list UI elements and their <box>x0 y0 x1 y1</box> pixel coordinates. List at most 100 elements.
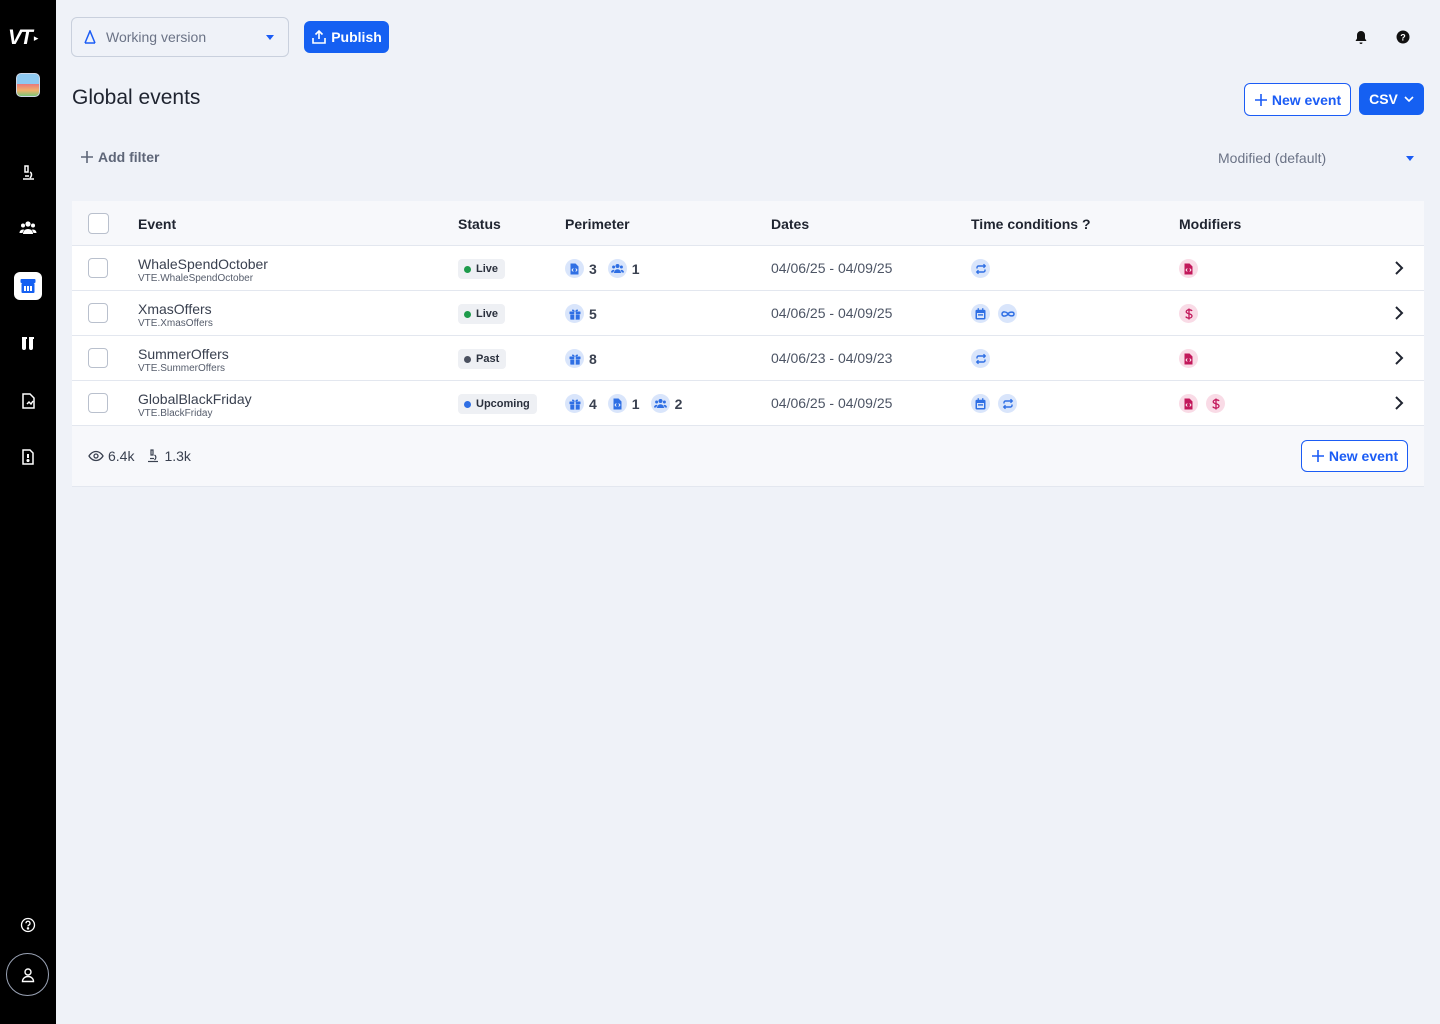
perimeter-count: 5 <box>589 305 597 322</box>
sidebar-item-alerts[interactable] <box>14 443 42 471</box>
perimeter-count: 2 <box>674 395 683 412</box>
chevron-right-icon[interactable] <box>1392 350 1406 366</box>
sort-label: Modified (default) <box>1218 150 1327 166</box>
sidebar-item-reports[interactable] <box>14 387 42 415</box>
publish-label: Publish <box>331 29 382 45</box>
event-name[interactable]: SummerOffers <box>138 346 229 362</box>
help-button[interactable]: ? <box>1395 29 1411 45</box>
svg-text:?: ? <box>1400 33 1406 43</box>
status-label: Live <box>476 263 499 275</box>
publish-button[interactable]: Publish <box>304 21 389 53</box>
table-row[interactable]: XmasOffers VTE.XmasOffers Live 5 04/06/2… <box>72 291 1424 336</box>
file-code-icon[interactable] <box>1179 394 1198 413</box>
row-checkbox[interactable] <box>88 393 108 413</box>
status-dot <box>464 310 471 318</box>
perimeter-count: 1 <box>631 260 640 277</box>
event-name[interactable]: WhaleSpendOctober <box>138 256 268 272</box>
sidebar-item-microscope[interactable] <box>14 159 42 187</box>
chevron-down-icon <box>266 35 274 40</box>
chevron-right-icon[interactable] <box>1392 305 1406 321</box>
event-dates: 04/06/23 - 04/09/23 <box>771 350 893 366</box>
file-chart-icon <box>22 393 35 409</box>
chevron-right-icon[interactable] <box>1392 395 1406 411</box>
header-status: Status <box>458 216 501 232</box>
sidebar-item-store[interactable] <box>14 272 42 300</box>
plus-icon <box>1254 93 1267 106</box>
header-dates: Dates <box>771 216 810 232</box>
chevron-down-icon <box>1406 156 1414 161</box>
header-perimeter: Perimeter <box>565 216 630 232</box>
status-dot <box>464 265 471 273</box>
perimeter-cell: 5 <box>565 304 602 323</box>
microscope-icon <box>23 165 34 180</box>
table-stats: 6.4k 1.3k <box>88 448 191 464</box>
users-icon <box>607 259 627 278</box>
header-event: Event <box>138 216 177 232</box>
row-checkbox[interactable] <box>88 348 108 368</box>
table-row[interactable]: WhaleSpendOctober VTE.WhaleSpendOctober … <box>72 246 1424 291</box>
repeat-icon[interactable] <box>971 349 990 368</box>
event-key: VTE.SummerOffers <box>138 363 226 374</box>
event-name[interactable]: GlobalBlackFriday <box>138 391 252 407</box>
sidebar-item-experiments[interactable] <box>14 330 42 358</box>
dollar-icon[interactable] <box>1206 394 1225 413</box>
app-logo[interactable]: VT ▸ <box>8 26 50 50</box>
views-count: 6.4k <box>108 448 135 464</box>
infinity-icon[interactable] <box>998 304 1017 323</box>
sort-select[interactable]: Modified (default) <box>1218 150 1414 166</box>
perimeter-item: 1 <box>607 259 640 278</box>
table-row[interactable]: GlobalBlackFriday VTE.BlackFriday Upcomi… <box>72 381 1424 426</box>
status-label: Past <box>476 353 500 365</box>
status-label: Upcoming <box>476 398 530 410</box>
chevron-down-icon <box>1404 96 1414 102</box>
modifiers-cell <box>1179 259 1198 278</box>
status-dot <box>464 400 471 408</box>
microscope-icon <box>148 449 159 463</box>
project-avatar[interactable] <box>16 73 40 97</box>
plus-icon <box>81 151 93 163</box>
logo-text: VT <box>8 26 33 49</box>
table-header: Event Status Perimeter Dates Time condit… <box>72 201 1424 246</box>
bell-icon <box>1355 30 1367 44</box>
time-conditions-cell <box>971 394 1017 413</box>
status-badge: Live <box>458 259 506 279</box>
table-row[interactable]: SummerOffers VTE.SummerOffers Past 8 04/… <box>72 336 1424 381</box>
header-modifiers: Modifiers <box>1179 216 1242 232</box>
version-label: Working version <box>106 29 207 45</box>
perimeter-item: 3 <box>565 259 597 278</box>
header-time-conditions[interactable]: Time conditions ? <box>971 216 1091 232</box>
perimeter-cell: 8 <box>565 349 602 368</box>
csv-button[interactable]: CSV <box>1359 83 1424 115</box>
perimeter-count: 4 <box>589 395 597 412</box>
modifiers-cell <box>1179 304 1198 323</box>
repeat-icon[interactable] <box>998 394 1017 413</box>
new-event-button[interactable]: New event <box>1244 83 1351 116</box>
csv-label: CSV <box>1369 91 1398 107</box>
row-checkbox[interactable] <box>88 258 108 278</box>
notifications-button[interactable] <box>1353 29 1369 45</box>
calendar-icon[interactable] <box>971 304 990 323</box>
repeat-icon[interactable] <box>971 259 990 278</box>
version-select[interactable]: Working version <box>71 17 289 57</box>
user-profile-button[interactable] <box>6 953 49 996</box>
add-filter-button[interactable]: Add filter <box>80 149 159 165</box>
table-footer: 6.4k 1.3k New event <box>72 426 1424 487</box>
file-code-icon[interactable] <box>1179 349 1198 368</box>
status-badge: Live <box>458 304 506 324</box>
file-code-icon[interactable] <box>1179 259 1198 278</box>
select-all-checkbox[interactable] <box>88 213 109 234</box>
users-count: 1.3k <box>164 448 191 464</box>
new-event-label: New event <box>1271 91 1342 108</box>
help-circle-icon[interactable] <box>19 916 37 934</box>
event-dates: 04/06/25 - 04/09/25 <box>771 305 893 321</box>
row-checkbox[interactable] <box>88 303 108 323</box>
perimeter-count: 8 <box>589 350 597 367</box>
event-name[interactable]: XmasOffers <box>138 301 212 317</box>
calendar-icon[interactable] <box>971 394 990 413</box>
eye-icon <box>88 450 104 462</box>
new-event-button-footer[interactable]: New event <box>1301 440 1408 472</box>
caret-right-icon: ▸ <box>33 32 39 43</box>
dollar-icon[interactable] <box>1179 304 1198 323</box>
chevron-right-icon[interactable] <box>1392 260 1406 276</box>
sidebar-item-users[interactable] <box>14 214 42 242</box>
